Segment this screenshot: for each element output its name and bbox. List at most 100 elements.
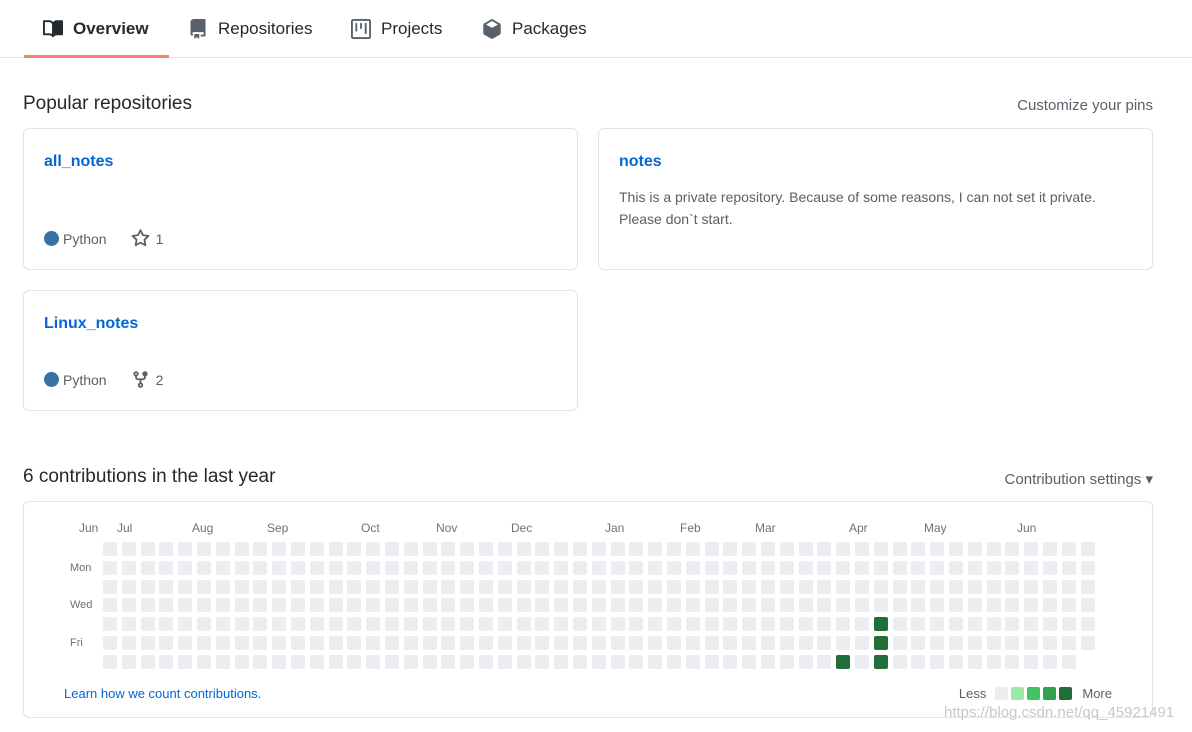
contribution-day[interactable]: [591, 542, 606, 556]
contribution-day[interactable]: [516, 617, 531, 632]
repo-link-linux-notes[interactable]: Linux_notes: [44, 315, 138, 333]
contribution-day[interactable]: [366, 598, 381, 613]
contribution-day[interactable]: [215, 598, 230, 613]
contribution-day[interactable]: [159, 560, 174, 575]
contribution-day[interactable]: [272, 654, 287, 669]
contribution-day[interactable]: [573, 598, 587, 613]
contribution-day[interactable]: [1080, 542, 1095, 556]
learn-contributions-link[interactable]: Learn how we count contributions.: [64, 686, 261, 701]
contribution-day[interactable]: [234, 598, 249, 613]
contribution-day[interactable]: [779, 560, 794, 575]
contribution-day[interactable]: [1005, 636, 1020, 650]
contribution-day[interactable]: [723, 654, 738, 669]
contribution-day[interactable]: [836, 579, 851, 594]
repo-link-all-notes[interactable]: all_notes: [44, 153, 113, 171]
contribution-day[interactable]: [309, 579, 324, 594]
contribution-day[interactable]: [667, 579, 681, 594]
contribution-day[interactable]: [497, 654, 512, 669]
contribution-day[interactable]: [403, 654, 418, 669]
contribution-day[interactable]: [441, 542, 456, 556]
contribution-day[interactable]: [479, 617, 493, 632]
contribution-day[interactable]: [873, 617, 888, 632]
contribution-day[interactable]: [479, 598, 493, 613]
contribution-day[interactable]: [836, 542, 851, 556]
contribution-day[interactable]: [121, 579, 136, 594]
contribution-day[interactable]: [610, 560, 625, 575]
contribution-day[interactable]: [347, 654, 362, 669]
tab-projects[interactable]: Projects: [351, 0, 442, 57]
contribution-day[interactable]: [422, 636, 437, 650]
contribution-day[interactable]: [441, 636, 456, 650]
contribution-day[interactable]: [385, 617, 399, 632]
contribution-day[interactable]: [272, 579, 287, 594]
contribution-day[interactable]: [253, 579, 268, 594]
contribution-day[interactable]: [1043, 579, 1057, 594]
contribution-day[interactable]: [930, 617, 945, 632]
contribution-day[interactable]: [930, 579, 945, 594]
contribution-day[interactable]: [497, 579, 512, 594]
contribution-day[interactable]: [986, 636, 1001, 650]
contribution-day[interactable]: [685, 542, 700, 556]
contribution-day[interactable]: [535, 560, 550, 575]
contribution-day[interactable]: [704, 617, 719, 632]
contribution-day[interactable]: [949, 598, 963, 613]
contribution-day[interactable]: [648, 542, 663, 556]
contribution-day[interactable]: [197, 654, 211, 669]
customize-pins-link[interactable]: Customize your pins: [1017, 97, 1153, 114]
contribution-day[interactable]: [178, 579, 193, 594]
contribution-day[interactable]: [403, 636, 418, 650]
contribution-day[interactable]: [328, 598, 343, 613]
contribution-day[interactable]: [610, 542, 625, 556]
contribution-day[interactable]: [1005, 542, 1020, 556]
contribution-day[interactable]: [855, 617, 869, 632]
contribution-day[interactable]: [1043, 598, 1057, 613]
contribution-day[interactable]: [460, 579, 475, 594]
contribution-day[interactable]: [949, 542, 963, 556]
contribution-day[interactable]: [272, 542, 287, 556]
contribution-day[interactable]: [742, 560, 757, 575]
contribution-day[interactable]: [911, 636, 926, 650]
contribution-day[interactable]: [704, 560, 719, 575]
contribution-day[interactable]: [516, 636, 531, 650]
contribution-day[interactable]: [573, 636, 587, 650]
contribution-day[interactable]: [535, 542, 550, 556]
contribution-day[interactable]: [178, 560, 193, 575]
contribution-day[interactable]: [347, 560, 362, 575]
contribution-day[interactable]: [949, 617, 963, 632]
tab-overview[interactable]: Overview: [24, 0, 169, 58]
contribution-day[interactable]: [291, 579, 305, 594]
contribution-day[interactable]: [328, 542, 343, 556]
contribution-day[interactable]: [629, 542, 644, 556]
contribution-day[interactable]: [742, 542, 757, 556]
contribution-day[interactable]: [403, 579, 418, 594]
contribution-day[interactable]: [610, 617, 625, 632]
contribution-day[interactable]: [253, 636, 268, 650]
contribution-day[interactable]: [103, 654, 117, 669]
tab-repositories[interactable]: Repositories: [188, 0, 313, 57]
stargazers-link[interactable]: 1: [131, 229, 163, 248]
contribution-day[interactable]: [234, 617, 249, 632]
contribution-day[interactable]: [366, 579, 381, 594]
contribution-day[interactable]: [403, 542, 418, 556]
contribution-day[interactable]: [272, 598, 287, 613]
contribution-day[interactable]: [930, 654, 945, 669]
contribution-day[interactable]: [798, 617, 813, 632]
contribution-day[interactable]: [309, 636, 324, 650]
contribution-day[interactable]: [497, 617, 512, 632]
contribution-day[interactable]: [1043, 617, 1057, 632]
contribution-day[interactable]: [742, 654, 757, 669]
contribution-day[interactable]: [140, 617, 155, 632]
contribution-day[interactable]: [591, 617, 606, 632]
contribution-day[interactable]: [1080, 636, 1095, 650]
contribution-day[interactable]: [742, 617, 757, 632]
contribution-day[interactable]: [159, 636, 174, 650]
contribution-day[interactable]: [704, 598, 719, 613]
contribution-day[interactable]: [328, 636, 343, 650]
contribution-day[interactable]: [385, 636, 399, 650]
contribution-day[interactable]: [272, 560, 287, 575]
contribution-day[interactable]: [1061, 560, 1076, 575]
contribution-day[interactable]: [742, 579, 757, 594]
contribution-day[interactable]: [422, 654, 437, 669]
contribution-day[interactable]: [1005, 598, 1020, 613]
contribution-day[interactable]: [441, 654, 456, 669]
